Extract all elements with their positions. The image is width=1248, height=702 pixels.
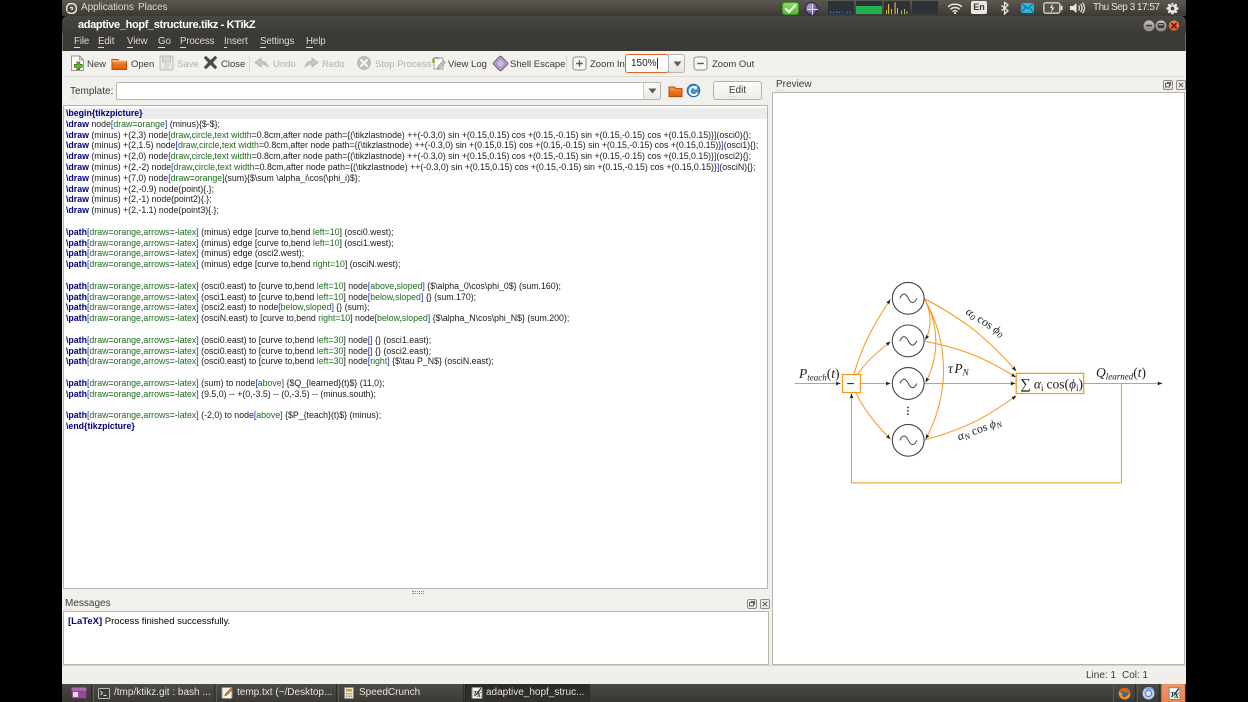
svg-text:τPN: τPN: [948, 361, 970, 378]
svg-text:∑αicos(ϕi): ∑αicos(ϕi): [1021, 377, 1083, 394]
svg-text:Qlearned(t): Qlearned(t): [1096, 365, 1146, 382]
svg-text:Pteach(t): Pteach(t): [798, 366, 840, 383]
svg-text:α0cosϕ0: α0cosϕ0: [963, 304, 1008, 340]
